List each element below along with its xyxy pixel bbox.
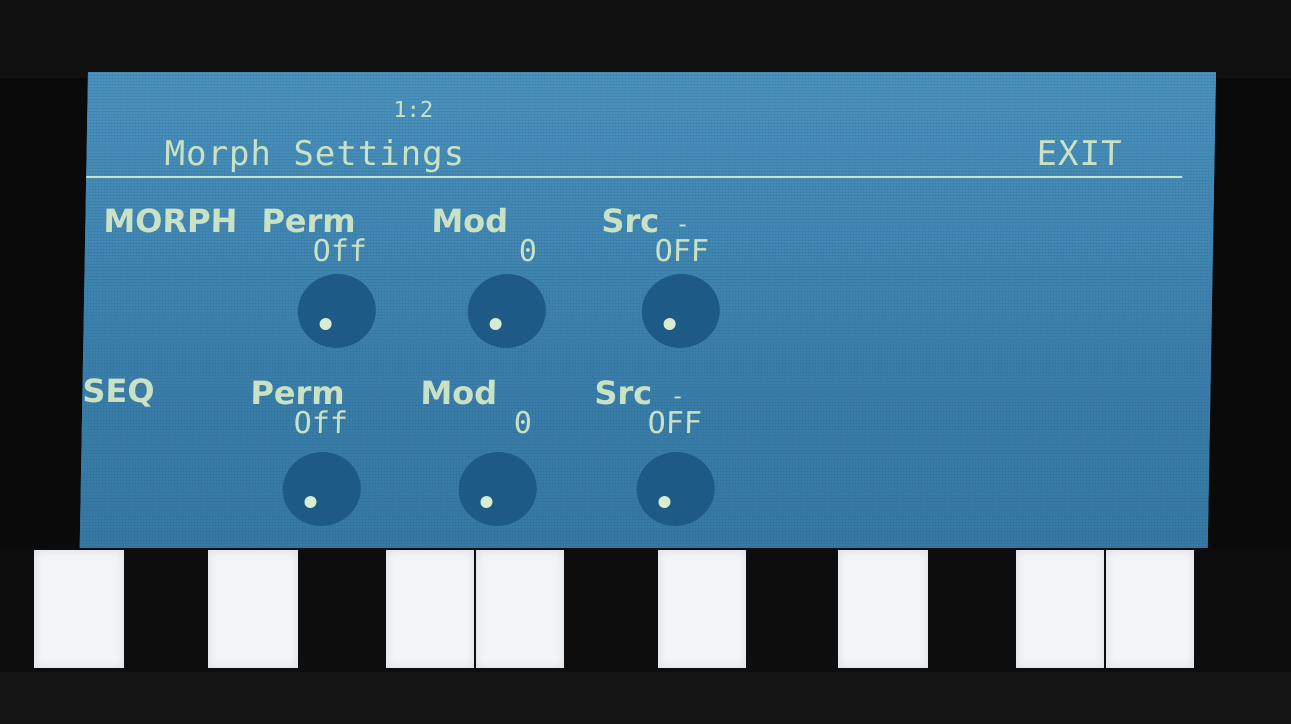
morph-perm-knob[interactable] [297,274,377,348]
seq-perm-knob[interactable] [282,452,362,526]
knob-indicator-icon [304,496,317,508]
morph-perm-value: Off [312,234,368,269]
row-label-seq: SEQ [82,372,155,410]
soft-key-5[interactable] [658,550,746,668]
soft-key-1[interactable] [34,550,124,668]
page-title: Morph Settings [164,134,466,174]
morph-src-knob[interactable] [641,274,721,348]
soft-key-row [0,548,1291,672]
knob-indicator-icon [489,318,502,330]
seq-src-knob[interactable] [636,452,716,526]
seq-mod-value: 0 [513,406,533,441]
knob-indicator-icon [663,318,676,330]
device-bezel-bottom [0,672,1291,724]
row-label-morph: MORPH [103,202,238,240]
morph-mod-knob[interactable] [467,274,547,348]
morph-mod-value: 0 [518,234,538,269]
soft-key-3[interactable] [386,550,474,668]
knob-indicator-icon [480,496,493,508]
soft-key-7[interactable] [1016,550,1104,668]
soft-key-4[interactable] [476,550,564,668]
page-indicator: 1:2 [393,98,434,123]
lcd-screen: 1:2 Morph Settings EXIT MORPH Perm Off M… [79,72,1216,550]
seq-mod-knob[interactable] [458,452,538,526]
exit-button[interactable]: EXIT [1036,134,1123,174]
header-divider [86,176,1183,178]
seq-perm-value: Off [293,406,349,441]
knob-indicator-icon [319,318,332,330]
knob-indicator-icon [658,496,671,508]
morph-src-value: OFF [654,234,710,269]
soft-key-6[interactable] [838,550,928,668]
device-bezel-top [0,0,1291,78]
seq-src-value: OFF [647,406,703,441]
soft-key-2[interactable] [208,550,298,668]
soft-key-8[interactable] [1106,550,1194,668]
